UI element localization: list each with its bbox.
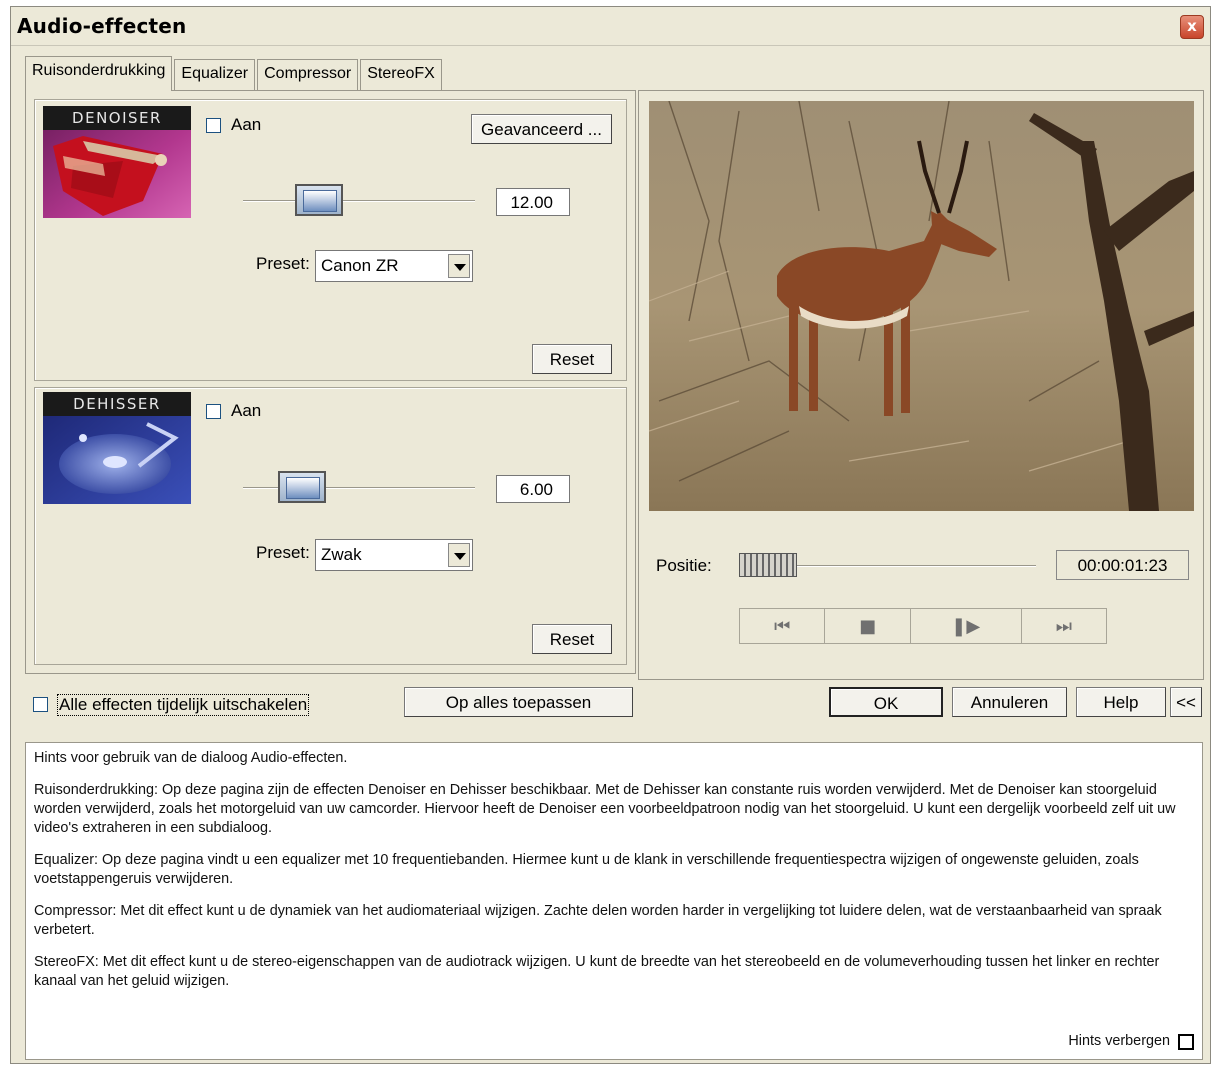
- hints-paragraph: Equalizer: Op deze pagina vindt u een eq…: [34, 852, 1139, 887]
- denoiser-enable-label: Aan: [231, 115, 262, 134]
- position-slider-thumb[interactable]: [739, 553, 797, 577]
- title-bar: Audio-effecten x: [11, 7, 1210, 46]
- close-button[interactable]: x: [1180, 15, 1204, 39]
- denoiser-preset-select[interactable]: Canon ZR: [315, 250, 473, 282]
- dehisser-slider-thumb[interactable]: [278, 471, 326, 503]
- hints-paragraph: Ruisonderdrukking: Op deze pagina zijn d…: [34, 782, 1176, 836]
- dehisser-thumbnail: DEHISSER: [43, 392, 191, 504]
- hints-heading: Hints voor gebruik van de dialoog Audio-…: [34, 750, 348, 766]
- transport-controls: ⏮ ■ ❚▶ ⏭: [739, 608, 1107, 644]
- disable-all-checkbox[interactable]: [33, 697, 48, 712]
- hints-paragraph: StereoFX: Met dit effect kunt u de stere…: [34, 954, 1160, 989]
- denoiser-group: DENOISER Aan Geavanceerd ... 12.00 Prese…: [34, 99, 627, 381]
- denoiser-thumb-title: DENOISER: [43, 106, 191, 130]
- dehisser-preset-label: Preset:: [256, 543, 310, 562]
- impala-frame-image: [649, 101, 1194, 511]
- denoiser-slider-track[interactable]: [243, 200, 475, 202]
- dehisser-thumb-title: DEHISSER: [43, 392, 191, 416]
- denoiser-value-field[interactable]: 12.00: [496, 188, 570, 216]
- hide-hints-label: Hints verbergen: [1068, 1033, 1170, 1049]
- tab-compressor[interactable]: Compressor: [257, 59, 359, 91]
- help-button[interactable]: Help: [1076, 687, 1166, 717]
- denoiser-enable-checkbox[interactable]: [206, 118, 221, 133]
- hints-panel: Hints voor gebruik van de dialoog Audio-…: [25, 742, 1203, 1060]
- dehisser-preset-select[interactable]: Zwak: [315, 539, 473, 571]
- preview-video-frame: [649, 101, 1194, 511]
- denoiser-reset-button[interactable]: Reset: [532, 344, 612, 374]
- audio-effects-dialog: Audio-effecten x Ruisonderdrukking Equal…: [10, 6, 1211, 1064]
- dehisser-value-field[interactable]: 6.00: [496, 475, 570, 503]
- timecode-display: 00:00:01:23: [1056, 550, 1189, 580]
- dehisser-enable-label: Aan: [231, 401, 262, 420]
- dehisser-reset-button[interactable]: Reset: [532, 624, 612, 654]
- collapse-button[interactable]: <<: [1170, 687, 1202, 717]
- tab-stereofx[interactable]: StereoFX: [360, 59, 442, 91]
- hide-hints-checkbox[interactable]: [1178, 1033, 1194, 1050]
- stop-icon[interactable]: ■: [825, 609, 911, 643]
- tab-panel-ruisonderdrukking: DENOISER Aan Geavanceerd ... 12.00 Prese…: [25, 90, 636, 674]
- dehisser-preset-value: Zwak: [321, 545, 362, 564]
- tab-strip: Ruisonderdrukking Equalizer Compressor S…: [25, 56, 444, 91]
- dialog-title: Audio-effecten: [17, 14, 187, 38]
- denoiser-advanced-button[interactable]: Geavanceerd ...: [471, 114, 612, 144]
- skip-to-end-icon[interactable]: ⏭: [1022, 609, 1106, 643]
- denoiser-slider-thumb[interactable]: [295, 184, 343, 216]
- dehisser-group: DEHISSER Aan 6.00 Preset: Zwak Reset: [34, 387, 627, 665]
- chevron-down-icon[interactable]: [448, 543, 470, 567]
- apply-all-button[interactable]: Op alles toepassen: [404, 687, 633, 717]
- preview-pane: Positie: 00:00:01:23 ⏮ ■ ❚▶ ⏭: [638, 90, 1204, 680]
- hints-paragraph: Compressor: Met dit effect kunt u de dyn…: [34, 903, 1162, 938]
- skip-to-start-icon[interactable]: ⏮: [740, 609, 826, 643]
- play-frame-icon[interactable]: ❚▶: [911, 609, 1022, 643]
- dehisser-enable-checkbox[interactable]: [206, 404, 221, 419]
- chevron-down-icon[interactable]: [448, 254, 470, 278]
- disable-all-label[interactable]: Alle effecten tijdelijk uitschakelen: [57, 694, 310, 716]
- tab-equalizer[interactable]: Equalizer: [174, 59, 256, 91]
- hide-hints-control: Hints verbergen: [1068, 1032, 1194, 1051]
- denoiser-preset-value: Canon ZR: [321, 256, 399, 275]
- denoiser-preset-label: Preset:: [256, 254, 310, 273]
- cancel-button[interactable]: Annuleren: [952, 687, 1067, 717]
- position-label: Positie:: [656, 556, 712, 575]
- tab-ruisonderdrukking[interactable]: Ruisonderdrukking: [25, 56, 173, 91]
- ok-button[interactable]: OK: [829, 687, 943, 717]
- denoiser-thumbnail: DENOISER: [43, 106, 191, 218]
